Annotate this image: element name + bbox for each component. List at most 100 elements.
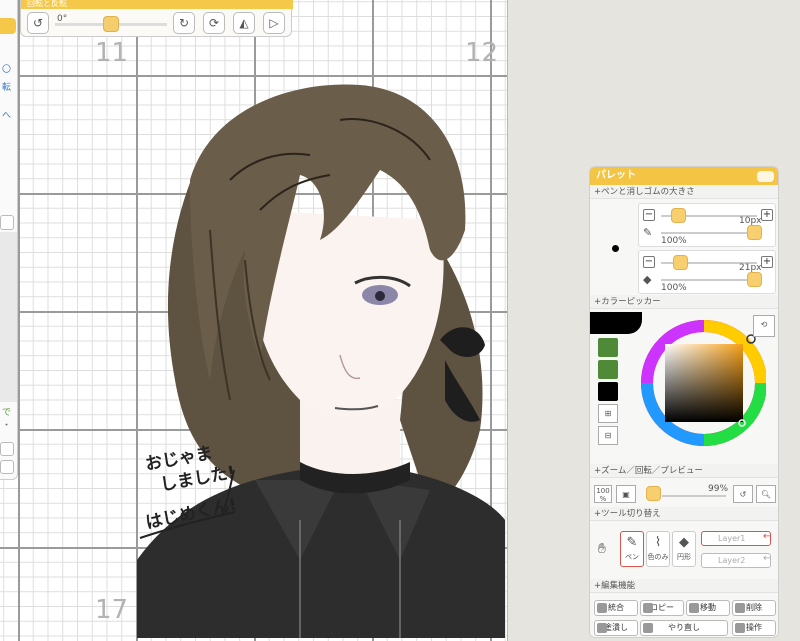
section-edit[interactable]: +編集機能 [590, 579, 778, 593]
palette-title: パレット [596, 170, 636, 181]
tool-panel-item[interactable]: 〇 [2, 62, 11, 75]
eraser-opacity-knob[interactable] [747, 272, 762, 287]
preview-button[interactable]: 🔍︎ [756, 485, 776, 503]
delete-button[interactable]: 削除 [732, 600, 776, 616]
rotate-flip-panel: 回転と反転 ↺ 0° ↻ ⟳ ◭ ▷ [20, 0, 293, 37]
edit-label: やり直し [668, 623, 700, 632]
tool-panel-handle[interactable] [0, 18, 16, 34]
section-tool-switch[interactable]: +ツール切り替え [590, 507, 778, 521]
operation-button[interactable]: 操作 [732, 620, 776, 636]
zoom-slider-track[interactable] [662, 495, 726, 497]
redo-button[interactable]: やり直し [640, 620, 728, 636]
rotate-right-button[interactable]: ↻ [173, 12, 195, 34]
tool-panel-item[interactable]: へ [2, 108, 11, 121]
rotate-free-button[interactable]: ⟳ [203, 12, 225, 34]
layer-2-button[interactable]: Layer2 [701, 553, 771, 568]
hand-icon[interactable]: ✋︎ [598, 541, 606, 557]
rotate-left-icon: ↺ [32, 16, 44, 30]
tool-label: 色のみ [647, 553, 669, 561]
tool-panel-button[interactable] [0, 442, 14, 456]
pen-size-minus-button[interactable]: − [643, 209, 655, 221]
tool-panel-button[interactable] [0, 215, 14, 230]
tool-panel-list [0, 232, 17, 402]
pen-opacity-track[interactable] [661, 232, 757, 234]
add-swatch-button[interactable]: ⊞ [598, 404, 618, 423]
eraser-size-minus-button[interactable]: − [643, 256, 655, 268]
pen-opacity-knob[interactable] [747, 225, 762, 240]
tool-panel-item[interactable]: で [2, 405, 11, 418]
palette-header[interactable]: パレット [590, 167, 778, 185]
layer-1-button[interactable]: Layer1 [701, 531, 771, 546]
section-color-picker[interactable]: +カラーピッカー [590, 295, 778, 309]
rotate-free-icon: ⟳ [208, 16, 220, 30]
palette-close-button[interactable] [757, 171, 774, 182]
arrow-left-icon: ← [763, 531, 772, 542]
merge-button[interactable]: 統合 [594, 600, 638, 616]
pen-size-box: − + 10px ✎ 100% [638, 203, 776, 247]
palette-panel: パレット +ペンと消しゴムの大きさ − + 10px ✎ 100% − + 21… [589, 166, 779, 638]
pen-size-knob[interactable] [671, 208, 686, 223]
tool-pen-button[interactable]: ✎ ペン [620, 531, 644, 567]
zoom-slider-knob[interactable] [646, 486, 661, 501]
dropper-icon: ⌇ [654, 535, 662, 550]
flip-horizontal-button[interactable]: ◭ [233, 12, 255, 34]
zoom-value: 99% [708, 484, 729, 494]
tool-label: 円形 [677, 553, 691, 561]
flip-horizontal-icon: ◭ [239, 16, 249, 30]
rotate-reset-button[interactable]: ↺ [27, 12, 49, 34]
pen-icon: ✎ [643, 226, 653, 239]
fill-button[interactable]: 塗潰し [594, 620, 638, 636]
eraser-icon: ◆ [679, 535, 689, 550]
delete-icon [735, 603, 745, 613]
edit-label: 操作 [746, 623, 762, 632]
tool-eraser-button[interactable]: ◆ 円形 [672, 531, 696, 567]
pen-icon: ✎ [626, 535, 638, 550]
copy-icon [643, 603, 653, 613]
edit-label: 塗潰し [604, 623, 628, 632]
rotate-view-button[interactable]: ↺ [733, 485, 753, 503]
tool-panel: 〇 転 へ で ・ [0, 0, 18, 480]
color-mode-button[interactable]: ⟲ [753, 315, 775, 337]
tool-panel-item[interactable]: ・ [2, 418, 11, 431]
edit-label: コピー [650, 603, 674, 612]
eraser-size-knob[interactable] [673, 255, 688, 270]
eraser-opacity-track[interactable] [661, 279, 757, 281]
fit-screen-button[interactable]: ▣ [616, 485, 636, 503]
pen-opacity-value: 100% [661, 236, 687, 246]
color-wheel[interactable] [638, 317, 766, 447]
flip-vertical-button[interactable]: ▷ [263, 12, 285, 34]
tool-panel-button[interactable] [0, 460, 14, 474]
current-color[interactable] [590, 312, 642, 334]
color-swatch[interactable] [598, 382, 618, 401]
section-zoom[interactable]: +ズーム／回転／プレビュー [590, 464, 778, 478]
fill-icon [597, 623, 607, 633]
rotate-panel-title: 回転と反転 [21, 0, 293, 9]
merge-icon [597, 603, 607, 613]
eraser-icon: ◆ [643, 273, 652, 286]
edit-label: 移動 [700, 603, 716, 612]
section-brush-size[interactable]: +ペンと消しゴムの大きさ [590, 185, 778, 199]
edit-label: 削除 [746, 603, 762, 612]
drawing-canvas[interactable]: 11 12 17 18 おじゃま しました! [0, 0, 508, 641]
tool-dropper-button[interactable]: ⌇ 色のみ [646, 531, 670, 567]
brush-preview-dot [612, 245, 619, 252]
star-icon [735, 623, 745, 633]
color-swatch[interactable] [598, 360, 618, 379]
eraser-size-plus-button[interactable]: + [761, 256, 773, 268]
copy-button[interactable]: コピー [640, 600, 684, 616]
pen-size-plus-button[interactable]: + [761, 209, 773, 221]
flip-vertical-icon: ▷ [269, 16, 279, 30]
color-swatch[interactable] [598, 338, 618, 357]
character-illustration [137, 84, 505, 638]
tool-label: ペン [625, 553, 639, 561]
eraser-size-box: − + 21px ◆ 100% [638, 250, 776, 294]
arrow-left-icon: ← [763, 553, 772, 564]
zoom-100-button[interactable]: 100 % [594, 485, 612, 503]
rotation-slider-knob[interactable] [103, 16, 119, 32]
move-icon [689, 603, 699, 613]
tool-panel-item[interactable]: 転 [2, 80, 11, 93]
redo-icon [643, 623, 653, 633]
edit-label: 統合 [608, 603, 624, 612]
move-button[interactable]: 移動 [686, 600, 730, 616]
swatch-menu-button[interactable]: ⊟ [598, 426, 618, 445]
